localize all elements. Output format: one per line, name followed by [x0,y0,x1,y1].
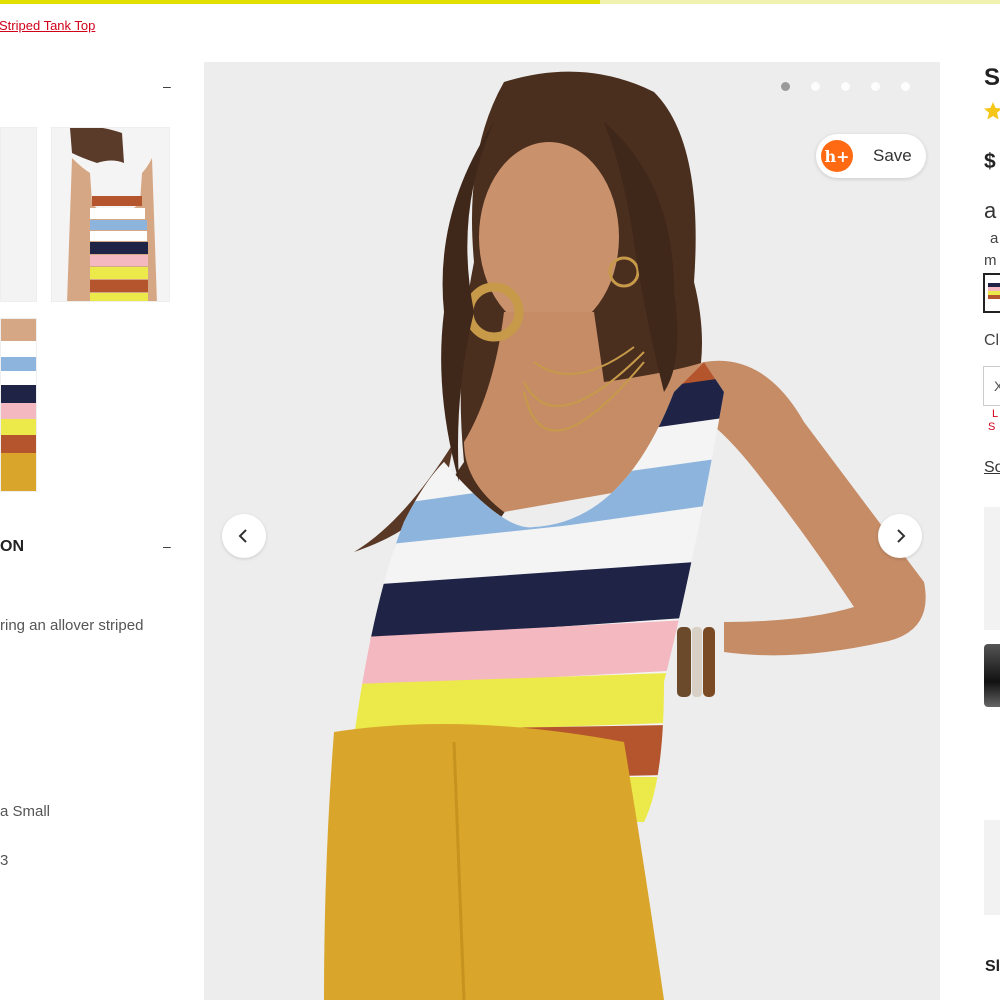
installment-text-2: m [984,252,997,269]
gallery-dot[interactable] [841,82,850,91]
color-swatch[interactable] [983,273,1000,313]
prev-image-button[interactable] [222,514,266,558]
thumbnail-1[interactable] [0,127,37,302]
thumbnail-2-image [52,128,169,301]
afterpay-logo: a [984,198,997,223]
color-swatch-image [988,283,1000,299]
thumbnail-1-image [1,128,36,301]
description-collapse-button[interactable]: – [163,538,171,554]
product-photo [204,62,940,1000]
rating-stars [983,101,1000,126]
stock-notice-2: S [988,421,996,433]
gallery-dot[interactable] [781,82,790,91]
chevron-right-icon [897,529,906,543]
thumbnail-2[interactable] [51,127,170,302]
size-guide-link[interactable]: So [984,459,1000,477]
description-line-3: 3 [0,852,9,869]
gallery-dot[interactable] [901,82,910,91]
chevron-left-icon [238,529,247,543]
description-section-title: ON [0,538,24,555]
thumbnail-3-image [1,319,36,491]
star-icon [984,102,1000,120]
description-line-1: ring an allover striped [0,617,144,634]
description-line-2: a Small [0,803,51,820]
quantity-area[interactable] [984,507,1000,630]
thumbnail-3[interactable] [0,318,37,492]
next-image-button[interactable] [878,514,922,558]
main-product-image[interactable]: h+ Save [204,62,940,1000]
promo-box [984,820,1000,915]
product-title: S [984,64,1000,91]
gallery-dot[interactable] [871,82,880,91]
save-button-label: Save [873,146,912,165]
product-price: $ [984,150,996,173]
honey-save-button[interactable]: h+ Save [816,134,926,178]
size-option-xs[interactable]: X [983,366,1000,406]
installment-text-1: a [990,230,999,247]
images-collapse-button[interactable]: – [163,78,171,94]
breadcrumb-current[interactable]: Striped Tank Top [0,18,95,33]
gallery-dot[interactable] [811,82,820,91]
shipping-heading: Sl [985,958,1000,975]
gallery-pagination [781,82,910,91]
size-option-label: X [994,378,1000,394]
page-load-progress [0,0,1000,4]
honey-logo-icon: h+ [821,140,853,172]
add-to-bag-button[interactable] [984,644,1000,707]
page-load-progress-fill [0,0,600,4]
stock-notice-1: L [992,408,999,420]
color-label: Cl [984,332,1000,349]
